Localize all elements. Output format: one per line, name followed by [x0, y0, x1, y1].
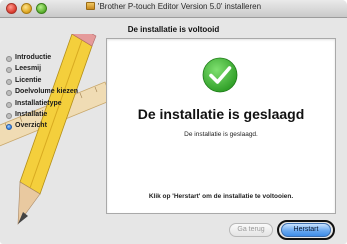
package-icon	[85, 2, 95, 10]
window-title-container: 'Brother P-touch Editor Version 5.0' ins…	[0, 2, 347, 11]
title-bar[interactable]: 'Brother P-touch Editor Version 5.0' ins…	[0, 0, 347, 18]
step-bullet-icon	[6, 67, 12, 74]
step-bullet-icon	[6, 56, 12, 62]
window-title: 'Brother P-touch Editor Version 5.0' ins…	[97, 2, 262, 11]
sidebar-step: Installatie	[6, 111, 78, 122]
success-headline: De installatie is geslaagd	[137, 106, 305, 122]
sidebar-step: Installatietype	[6, 100, 78, 111]
check-circle-icon	[202, 57, 238, 93]
sidebar-step: Licentie	[6, 77, 78, 88]
installer-steps-list: Introductie Leesmij Licentie Doelvolume …	[6, 54, 78, 134]
success-message: De installatie is geslaagd.	[184, 131, 258, 138]
step-bullet-icon	[6, 90, 12, 97]
go-back-button[interactable]: Ga terug	[229, 223, 273, 237]
content-panel: De installatie is geslaagd De installati…	[106, 38, 336, 214]
sidebar-step: Doelvolume kiezen	[6, 88, 78, 99]
sidebar-step: Introductie	[6, 54, 78, 65]
step-bullet-icon	[6, 112, 12, 119]
active-step-bullet-icon	[6, 124, 12, 131]
step-bullet-icon	[6, 78, 12, 85]
installer-window: 'Brother P-touch Editor Version 5.0' ins…	[0, 0, 347, 244]
restart-instruction: Klik op 'Herstart' om de installatie te …	[148, 193, 294, 200]
sidebar-step-active: Overzicht	[6, 122, 78, 133]
step-bullet-icon	[6, 101, 12, 108]
page-title: De installatie is voltooid	[127, 25, 220, 34]
sidebar-step: Leesmij	[6, 65, 78, 76]
restart-button[interactable]: Herstart	[281, 223, 331, 237]
